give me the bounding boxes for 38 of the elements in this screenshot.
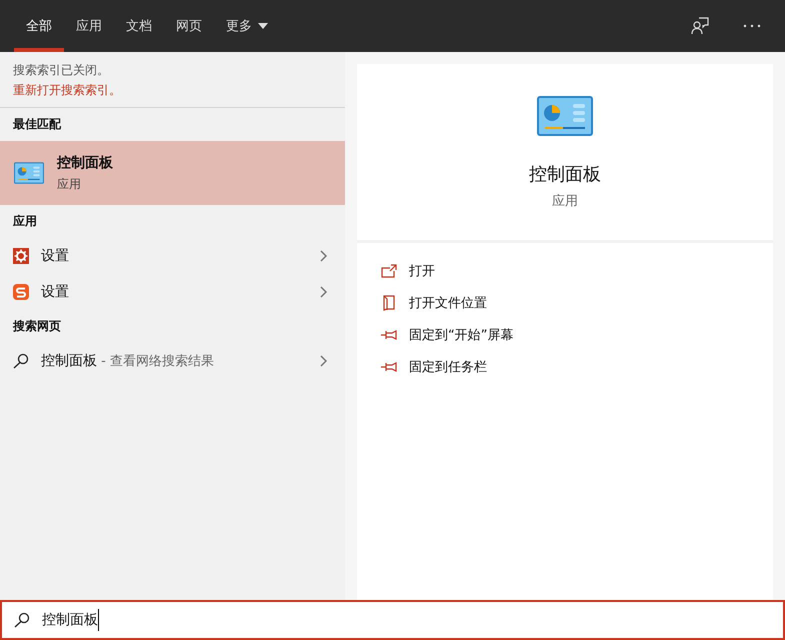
- more-icon[interactable]: [743, 24, 761, 28]
- section-heading: 搜索网页: [12, 318, 62, 335]
- filter-tab[interactable]: 文档: [114, 0, 164, 52]
- filter-tab[interactable]: 更多: [214, 0, 280, 52]
- search-field[interactable]: 控制面板: [0, 600, 785, 640]
- index-notice: 搜索索引已关闭。: [13, 62, 110, 79]
- filter-tab[interactable]: 应用: [64, 0, 114, 52]
- caret-icon: [258, 23, 268, 29]
- app-type: 应用: [552, 193, 578, 210]
- best-match-item[interactable]: 控制面板 应用: [0, 141, 345, 205]
- gear-icon: [13, 248, 29, 264]
- chevron-right-icon: [320, 286, 327, 298]
- chevron-right-icon: [320, 355, 327, 367]
- s-logo-icon: [13, 284, 29, 300]
- section-heading: 最佳匹配: [12, 116, 62, 133]
- action-item[interactable]: 打开文件位置: [381, 287, 749, 319]
- search-icon: [14, 612, 30, 628]
- reopen-index-link[interactable]: 重新打开搜索索引。: [13, 82, 332, 99]
- result-type: 应用: [57, 176, 82, 192]
- action-item[interactable]: 固定到“开始”屏幕: [381, 319, 749, 351]
- app-result-item[interactable]: 设置: [0, 274, 345, 310]
- app-result-item[interactable]: 设置: [0, 238, 345, 274]
- pin-icon: [381, 330, 397, 340]
- action-item[interactable]: 打开: [381, 255, 749, 287]
- feedback-icon[interactable]: [691, 17, 709, 35]
- pin-icon: [381, 362, 397, 372]
- filter-tab[interactable]: 网页: [164, 0, 214, 52]
- section-heading: 应用: [12, 213, 38, 230]
- control-panel-icon: [14, 162, 44, 184]
- search-icon: [13, 353, 29, 369]
- web-search-item[interactable]: 控制面板 - 查看网络搜索结果: [0, 343, 345, 379]
- chevron-right-icon: [320, 250, 327, 262]
- action-item[interactable]: 固定到任务栏: [381, 351, 749, 383]
- app-title: 控制面板: [529, 163, 601, 186]
- control-panel-icon: [537, 96, 593, 136]
- folder-icon: [381, 295, 397, 311]
- open-icon: [381, 264, 397, 278]
- result-title: 控制面板: [57, 154, 113, 172]
